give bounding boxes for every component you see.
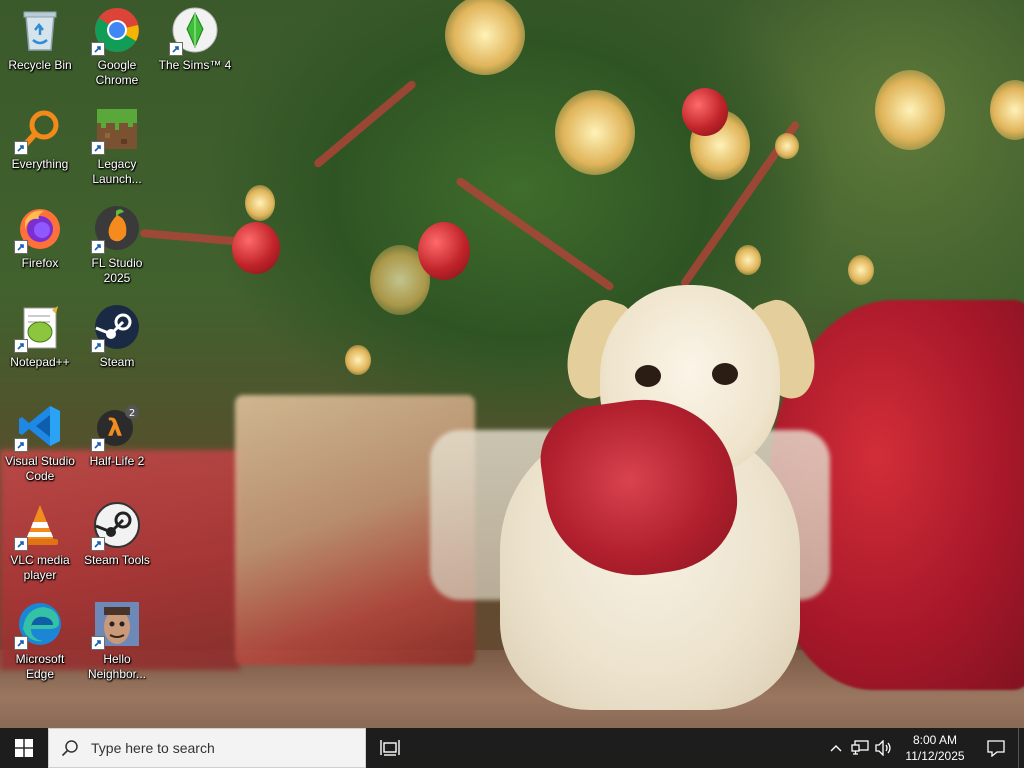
shortcut-arrow-icon <box>91 537 105 551</box>
notepadpp-icon <box>14 303 64 353</box>
desktop-icon-label: The Sims™ 4 <box>158 58 232 72</box>
desktop-icon-label: Half-Life 2 <box>89 454 145 468</box>
shortcut-arrow-icon <box>14 537 28 551</box>
speaker-icon <box>875 740 891 756</box>
taskbar: Type here to search 8:00 AM 11/12/2025 <box>0 728 1024 768</box>
desktop-icon-label: Notepad++ <box>10 355 70 369</box>
desktop-icon-label: FL Studio 2025 <box>91 256 143 285</box>
desktop-icon-label: Microsoft Edge <box>15 652 65 681</box>
network-icon <box>851 740 869 755</box>
desktop-icon-firefox[interactable]: Firefox <box>0 198 80 294</box>
shortcut-arrow-icon <box>91 42 105 56</box>
firefox-icon <box>14 204 64 254</box>
edge-icon <box>14 600 64 650</box>
desktop-icon-label: Hello Neighbor... <box>87 652 147 681</box>
shortcut-arrow-icon <box>91 240 105 254</box>
desktop-icon-vlc[interactable]: VLC media player <box>0 495 80 591</box>
system-tray: 8:00 AM 11/12/2025 <box>824 728 1024 768</box>
desktop-icon-microsoft-edge[interactable]: Microsoft Edge <box>0 594 80 690</box>
desktop-icon-label: Visual Studio Code <box>5 454 75 483</box>
clock-date: 11/12/2025 <box>905 749 965 763</box>
chevron-up-icon <box>830 745 842 752</box>
desktop-icon-steam-tools[interactable]: Steam Tools <box>77 495 157 591</box>
chrome-icon <box>91 6 141 56</box>
recycle-bin-icon <box>16 6 64 54</box>
shortcut-arrow-icon <box>14 141 28 155</box>
notification-icon <box>987 740 1005 757</box>
shortcut-arrow-icon <box>169 42 183 56</box>
task-view-button[interactable] <box>366 728 414 768</box>
shortcut-arrow-icon <box>14 339 28 353</box>
desktop-icon-label: Steam Tools <box>84 553 150 567</box>
shortcut-arrow-icon <box>91 636 105 650</box>
desktop-icon-recycle-bin[interactable]: Recycle Bin <box>0 0 80 96</box>
shortcut-arrow-icon <box>91 438 105 452</box>
clock-time: 8:00 AM <box>912 733 958 747</box>
start-button[interactable] <box>0 728 48 768</box>
hello-neighbor-icon <box>91 600 141 650</box>
desktop-icon-notepadpp[interactable]: Notepad++ <box>0 297 80 393</box>
desktop-icon-vscode[interactable]: Visual Studio Code <box>0 396 80 492</box>
desktop-icon-label: Steam <box>99 355 135 369</box>
minecraft-grass-block-icon <box>91 105 141 155</box>
desktop-icon-label: Google Chrome <box>95 58 139 87</box>
desktop-icon-hello-neighbor[interactable]: Hello Neighbor... <box>77 594 157 690</box>
desktop-icon-label: Firefox <box>21 256 59 270</box>
desktop-icon-label: Legacy Launch... <box>92 157 142 186</box>
desktop-icon-label: Recycle Bin <box>8 58 72 72</box>
search-icon <box>61 740 78 757</box>
desktop-icon-google-chrome[interactable]: Google Chrome <box>77 0 157 96</box>
show-hidden-icons-button[interactable] <box>824 728 848 768</box>
search-placeholder: Type here to search <box>91 740 215 756</box>
desktop-icon-label: VLC media player <box>10 553 70 582</box>
desktop-icon-sims4[interactable]: The Sims™ 4 <box>155 0 235 96</box>
taskbar-search-box[interactable]: Type here to search <box>48 728 366 768</box>
svg-text:λ: λ <box>107 414 122 442</box>
shortcut-arrow-icon <box>91 339 105 353</box>
sims4-icon <box>169 6 219 56</box>
show-desktop-button[interactable] <box>1018 728 1024 768</box>
desktop-icon-fl-studio[interactable]: FL Studio 2025 <box>77 198 157 294</box>
desktop-icon-half-life-2[interactable]: λ2 Half-Life 2 <box>77 396 157 492</box>
vlc-icon <box>14 501 64 551</box>
desktop-icon-label: Everything <box>11 157 69 171</box>
shortcut-arrow-icon <box>14 240 28 254</box>
fl-studio-icon <box>91 204 141 254</box>
action-center-button[interactable] <box>974 728 1018 768</box>
everything-search-icon <box>14 105 64 155</box>
shortcut-arrow-icon <box>14 636 28 650</box>
svg-text:2: 2 <box>129 408 135 419</box>
shortcut-arrow-icon <box>14 438 28 452</box>
desktop-icon-steam[interactable]: Steam <box>77 297 157 393</box>
steam-tools-icon <box>91 501 141 551</box>
desktop-icon-everything[interactable]: Everything <box>0 99 80 195</box>
taskbar-clock[interactable]: 8:00 AM 11/12/2025 <box>896 728 974 768</box>
desktop-icon-legacy-launcher[interactable]: Legacy Launch... <box>77 99 157 195</box>
half-life-2-icon: λ2 <box>91 402 141 452</box>
volume-button[interactable] <box>872 728 896 768</box>
network-button[interactable] <box>848 728 872 768</box>
windows-logo-icon <box>15 739 33 757</box>
shortcut-arrow-icon <box>91 141 105 155</box>
vscode-icon <box>14 402 64 452</box>
task-view-icon <box>380 740 400 756</box>
steam-icon <box>91 303 141 353</box>
